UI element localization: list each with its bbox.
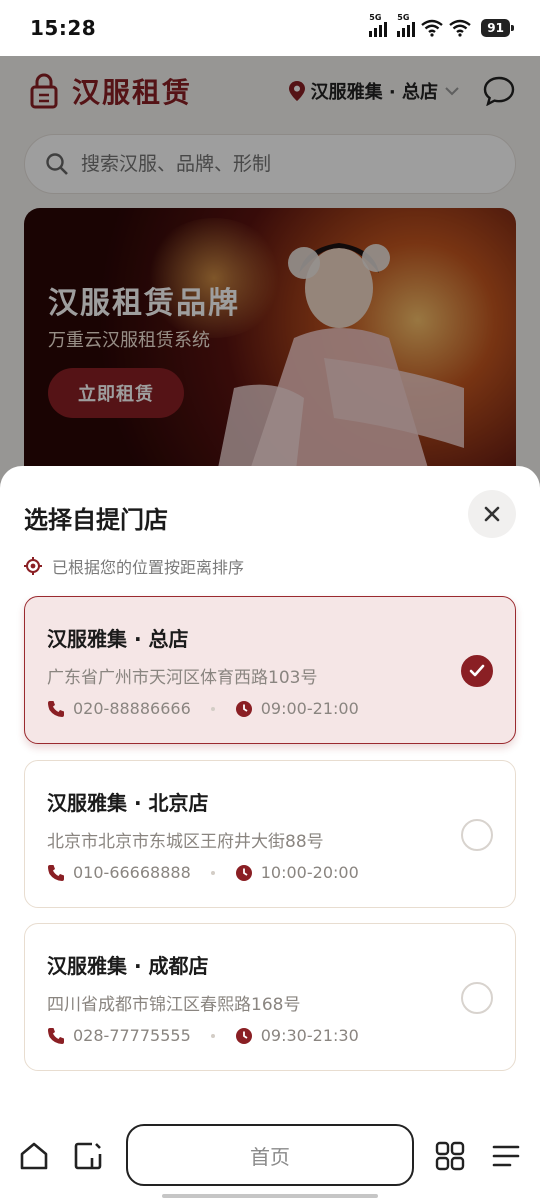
phone-icon [48, 864, 64, 881]
grid-icon[interactable] [432, 1138, 468, 1174]
sim1-label: 5G [369, 13, 382, 22]
sim2-label: 5G [397, 13, 410, 22]
store-address: 四川省成都市锦江区春熙路168号 [47, 995, 301, 1015]
checkmark-icon [469, 664, 485, 677]
store-hours: 09:30-21:30 [260, 1026, 359, 1045]
wifi-icon [421, 19, 444, 37]
store-name: 汉服雅集 · 成都店 [47, 954, 209, 978]
wifi-icon-secondary [449, 19, 472, 37]
recent-apps-icon[interactable] [70, 1138, 106, 1174]
locate-target-icon [24, 557, 42, 575]
battery-icon: 91 [481, 19, 514, 37]
close-icon [484, 506, 500, 522]
signal-icon-sim2: 5G [397, 13, 416, 37]
store-radio-unchecked[interactable] [461, 819, 493, 851]
phone-icon [48, 700, 64, 717]
store-phone: 020-88886666 [73, 699, 191, 718]
store-card-selected[interactable]: 汉服雅集 · 总店 广东省广州市天河区体育西路103号 020-88886666… [24, 596, 516, 744]
separator-dot [210, 870, 215, 875]
store-hours: 10:00-20:00 [260, 863, 359, 882]
sort-hint-text: 已根据您的位置按距离排序 [52, 558, 245, 577]
store-address: 北京市北京市东城区王府井大街88号 [47, 832, 324, 852]
status-icons: 5G 5G 91 [369, 13, 514, 37]
sort-hint: 已根据您的位置按距离排序 [24, 554, 244, 578]
sheet-title: 选择自提门店 [24, 506, 168, 534]
separator-dot [210, 1033, 215, 1038]
bottom-nav: 首页 [0, 1108, 540, 1200]
store-meta: 010-66668888 10:00-20:00 [47, 863, 359, 882]
clock-icon [235, 1027, 252, 1044]
store-card[interactable]: 汉服雅集 · 北京店 北京市北京市东城区王府井大街88号 010-6666888… [24, 760, 516, 908]
store-phone: 010-66668888 [73, 863, 191, 882]
store-radio-unchecked[interactable] [461, 982, 493, 1014]
store-meta: 020-88886666 09:00-21:00 [47, 699, 359, 718]
store-phone: 028-77775555 [73, 1026, 191, 1045]
store-address: 广东省广州市天河区体育西路103号 [47, 668, 318, 688]
store-name: 汉服雅集 · 北京店 [47, 791, 209, 815]
store-radio-checked[interactable] [461, 655, 493, 687]
store-card[interactable]: 汉服雅集 · 成都店 四川省成都市锦江区春熙路168号 028-77775555… [24, 923, 516, 1071]
status-bar: 15:28 5G 5G 91 [0, 0, 540, 56]
store-hours: 09:00-21:00 [260, 699, 359, 718]
home-tab-pill[interactable]: 首页 [126, 1124, 414, 1186]
phone-icon [48, 1027, 64, 1044]
menu-icon[interactable] [488, 1138, 524, 1174]
store-name: 汉服雅集 · 总店 [47, 627, 189, 651]
signal-icon-sim1: 5G [369, 13, 388, 37]
clock-icon [235, 864, 252, 881]
separator-dot [210, 706, 215, 711]
close-button[interactable] [468, 490, 516, 538]
home-icon[interactable] [16, 1138, 52, 1174]
store-meta: 028-77775555 09:30-21:30 [47, 1026, 359, 1045]
status-time: 15:28 [30, 16, 97, 40]
gesture-bar[interactable] [162, 1194, 378, 1198]
clock-icon [235, 700, 252, 717]
store-picker-sheet: 选择自提门店 已根据您的位置按距离排序 汉服雅集 · 总店 广东省广州市天河区体… [0, 466, 540, 1200]
